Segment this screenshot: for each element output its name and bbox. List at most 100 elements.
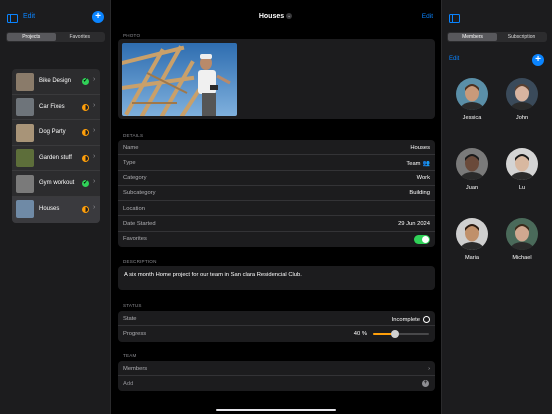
project-thumbnail: [16, 200, 34, 219]
detail-row-subcategory[interactable]: Subcategory Building: [118, 186, 435, 202]
home-indicator[interactable]: [216, 408, 336, 411]
complete-check-icon: [82, 179, 89, 188]
project-name: Gym workout: [39, 180, 75, 187]
team-section-label: TEAM: [123, 353, 137, 358]
member-card[interactable]: Lu: [504, 148, 540, 191]
edit-projects-button[interactable]: Edit: [23, 13, 35, 20]
member-card[interactable]: Juan: [454, 148, 490, 191]
detail-row-date-started[interactable]: Date Started 29 Jun 2024: [118, 216, 435, 232]
project-name: Bike Design: [39, 78, 72, 84]
member-card[interactable]: Maria: [454, 218, 490, 261]
member-name: Maria: [465, 255, 479, 261]
description-text: A six month Home project for our team in…: [124, 272, 302, 278]
chevron-right-icon: ›: [93, 203, 96, 211]
progress-slider-thumb[interactable]: [391, 329, 400, 338]
state-row[interactable]: State Incomplete: [118, 311, 435, 327]
description-section-label: DESCRIPTION: [123, 259, 157, 264]
chevron-down-icon[interactable]: ⌄: [286, 13, 293, 20]
project-name: Houses: [39, 205, 60, 212]
edit-members-button[interactable]: Edit: [449, 56, 459, 62]
project-name: Dog Party: [39, 129, 66, 136]
half-progress-icon: [82, 205, 89, 213]
project-thumbnail: [16, 98, 34, 117]
project-thumbnail: [16, 149, 34, 168]
team-card: Members › Add +: [118, 361, 435, 391]
chevron-right-icon: ›: [93, 76, 96, 83]
detail-row-location[interactable]: Location: [118, 201, 435, 217]
project-row[interactable]: Garden stuff ›: [12, 146, 100, 172]
description-card[interactable]: A six month Home project for our team in…: [118, 266, 435, 290]
chevron-right-icon: ›: [93, 152, 96, 160]
project-thumbnail: [16, 123, 34, 142]
avatar: [456, 218, 488, 250]
incomplete-circle-icon[interactable]: [423, 315, 430, 323]
construction-photo-image: [122, 43, 237, 116]
favorites-toggle[interactable]: [414, 234, 430, 244]
chevron-right-icon: ›: [428, 365, 430, 372]
member-name: Michael: [512, 255, 532, 261]
segment-favorites[interactable]: Favorites: [56, 33, 105, 41]
member-name: Lu: [518, 185, 526, 191]
project-row[interactable]: Houses ›: [12, 196, 100, 223]
detail-row-name[interactable]: Name Houses: [118, 140, 435, 156]
projects-sidebar: Edit + Projects Favorites Bike Design›Ca…: [0, 0, 111, 414]
details-section-label: DETAILS: [123, 133, 144, 138]
members-row[interactable]: Members ›: [118, 361, 435, 377]
half-progress-icon: [82, 129, 89, 137]
inspector-toggle-icon[interactable]: [449, 14, 460, 23]
complete-check-icon: [82, 77, 89, 85]
status-section-label: STATUS: [123, 303, 142, 308]
segment-subscription[interactable]: Subscription: [497, 33, 546, 41]
member-card[interactable]: Jessica: [454, 78, 490, 121]
project-name: Car Fixes: [39, 103, 65, 110]
member-name: John: [515, 115, 529, 121]
project-thumbnail: [16, 72, 34, 91]
avatar: [456, 148, 488, 180]
add-project-button[interactable]: +: [92, 11, 104, 23]
half-progress-icon: [82, 154, 89, 162]
chevron-right-icon: ›: [93, 101, 96, 109]
avatar: [506, 148, 538, 180]
detail-row-category[interactable]: Category Work: [118, 171, 435, 186]
half-progress-icon: [82, 103, 89, 111]
member-name: Juan: [465, 185, 479, 191]
members-panel: Members Subscription Edit + Jessica John J…: [441, 0, 552, 414]
add-member-icon[interactable]: +: [422, 380, 429, 388]
member-card[interactable]: Michael: [504, 218, 540, 261]
photo-card: [118, 39, 435, 119]
chevron-right-icon: ›: [93, 127, 96, 135]
avatar: [506, 218, 538, 250]
project-row[interactable]: Bike Design ›: [12, 69, 100, 95]
photo-section-label: PHOTO: [123, 33, 141, 38]
project-photo[interactable]: [122, 43, 237, 116]
progress-row: Progress 40 %: [118, 326, 435, 341]
avatar: [456, 78, 488, 110]
avatar: [506, 78, 538, 110]
add-member-button[interactable]: +: [532, 54, 544, 66]
progress-slider[interactable]: [373, 329, 429, 338]
project-detail: Houses ⌄ Edit PHOTO DETAILS Name Houses …: [111, 0, 440, 414]
team-people-icon: 👥: [422, 160, 430, 167]
detail-row-favorites: Favorites: [118, 232, 435, 247]
progress-percent: 40 %: [353, 330, 367, 337]
projects-segmented-control: Projects Favorites: [6, 32, 105, 42]
segment-projects[interactable]: Projects: [7, 33, 56, 41]
add-member-row[interactable]: Add +: [118, 376, 435, 391]
status-card: State Incomplete Progress 40 %: [118, 311, 435, 342]
details-card: Name Houses Type Team 👥 Category Work Subcat…: [118, 140, 435, 247]
member-name: Jessica: [462, 115, 482, 121]
project-name: Garden stuff: [39, 154, 72, 161]
member-card[interactable]: John: [504, 78, 540, 121]
detail-row-type[interactable]: Type Team 👥: [118, 155, 435, 171]
project-row[interactable]: Car Fixes ›: [12, 95, 100, 121]
members-segmented-control: Members Subscription: [447, 32, 547, 42]
project-row[interactable]: Gym workout ›: [12, 171, 100, 197]
edit-project-button[interactable]: Edit: [422, 13, 433, 20]
segment-members[interactable]: Members: [448, 33, 497, 41]
project-list: Bike Design›Car Fixes›Dog Party›Garden s…: [12, 69, 100, 223]
chevron-right-icon: ›: [93, 178, 96, 186]
project-thumbnail: [16, 174, 34, 193]
sidebar-toggle-icon[interactable]: [7, 14, 18, 23]
project-row[interactable]: Dog Party ›: [12, 120, 100, 146]
page-title[interactable]: Houses ⌄: [111, 13, 440, 20]
